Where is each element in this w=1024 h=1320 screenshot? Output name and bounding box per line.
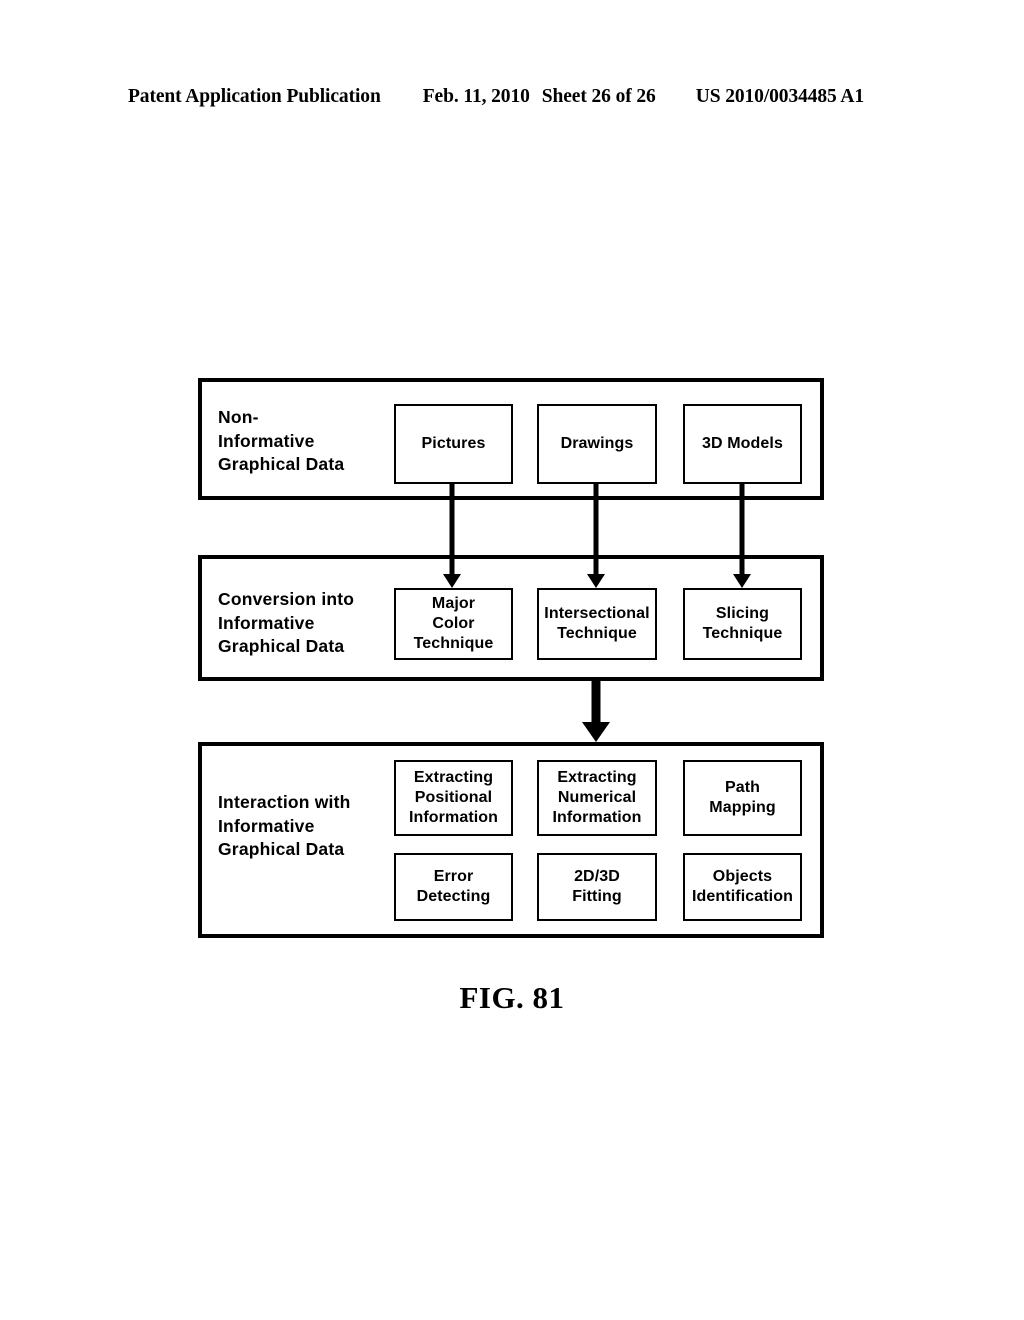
- connector-pictures-to-major-color-technique: [443, 483, 461, 588]
- node-drawings[interactable]: Drawings: [537, 404, 657, 484]
- node-major-color-technique[interactable]: Major Color Technique: [394, 588, 513, 660]
- node-3d-models[interactable]: 3D Models: [683, 404, 802, 484]
- connector-drawings-to-intersectional-technique: [587, 483, 605, 588]
- group-label-interaction-with-informative-graphical-data: Interaction with Informative Graphical D…: [218, 792, 351, 859]
- node-extracting-numerical-information[interactable]: Extracting Numerical Information: [537, 760, 657, 836]
- node-slicing-technique[interactable]: Slicing Technique: [683, 588, 802, 660]
- node-objects-identification[interactable]: Objects Identification: [683, 853, 802, 921]
- connector-3d-models-to-slicing-technique: [733, 483, 751, 588]
- node-path-mapping[interactable]: Path Mapping: [683, 760, 802, 836]
- node-2d-3d-fitting[interactable]: 2D/3D Fitting: [537, 853, 657, 921]
- figure-diagram: Non- Informative Graphical Data Pictures…: [0, 0, 1024, 1320]
- group-label-conversion-into-informative-graphical-data: Conversion into Informative Graphical Da…: [218, 589, 355, 656]
- group-label-non-informative-graphical-data: Non- Informative Graphical Data: [218, 407, 345, 474]
- node-intersectional-technique[interactable]: Intersectional Technique: [537, 588, 657, 660]
- node-error-detecting[interactable]: Error Detecting: [394, 853, 513, 921]
- connector-conversion-to-interaction: [582, 681, 610, 742]
- figure-caption: FIG. 81: [459, 980, 565, 1015]
- node-pictures[interactable]: Pictures: [394, 404, 513, 484]
- node-extracting-positional-information[interactable]: Extracting Positional Information: [394, 760, 513, 836]
